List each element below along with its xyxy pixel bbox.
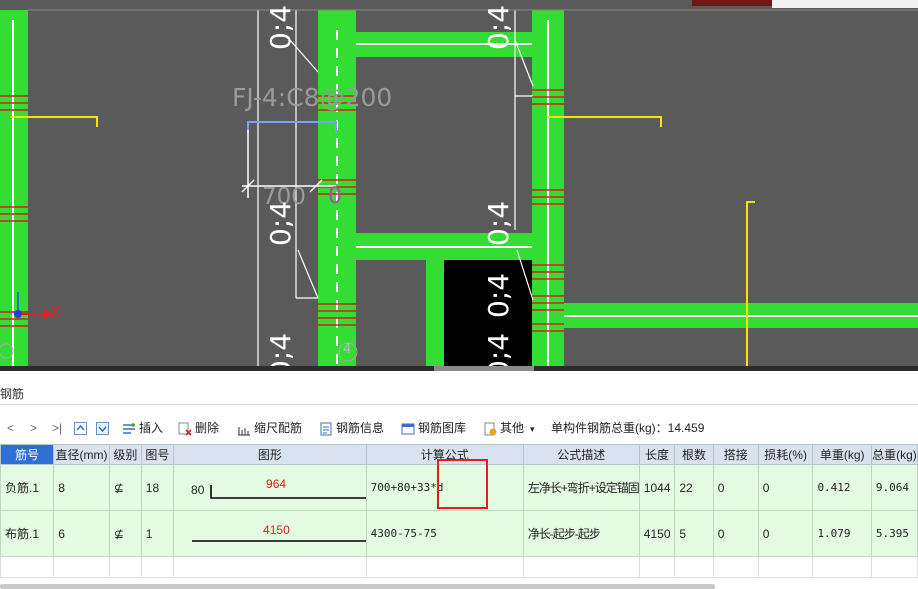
cell-grade[interactable]: ⊈ — [108, 464, 142, 511]
col-header-shape[interactable]: 图形 — [173, 444, 367, 465]
col-header-desc[interactable]: 公式描述 — [522, 444, 640, 465]
empty-cell[interactable] — [365, 556, 524, 578]
shape-graphic: 80 964 — [175, 466, 366, 510]
drawing-svg — [0, 0, 918, 366]
delete-icon — [178, 422, 192, 436]
rebar-info-icon — [320, 422, 332, 436]
section-tag: 0;4 — [264, 200, 297, 246]
col-header-count[interactable]: 根数 — [674, 444, 714, 465]
col-header-length[interactable]: 长度 — [638, 444, 676, 465]
title-bar-fragment — [692, 0, 772, 6]
col-header-grade[interactable]: 级别 — [108, 444, 142, 465]
empty-cell[interactable] — [173, 556, 367, 578]
col-header-name[interactable]: 筋号 — [0, 444, 55, 465]
bent-bar-shape — [210, 485, 366, 499]
col-header-loss[interactable]: 损耗(%) — [757, 444, 814, 465]
cell-loss[interactable]: 0 — [757, 510, 814, 557]
total-weight-value: 14.459 — [667, 421, 705, 435]
empty-cell[interactable] — [757, 556, 814, 578]
col-header-fig-no[interactable]: 图号 — [140, 444, 175, 465]
axis-number-4: 4 — [343, 342, 352, 357]
nav-last-button[interactable]: >| — [52, 417, 62, 439]
section-tag: 0;4 — [264, 4, 297, 50]
empty-cell[interactable] — [638, 556, 676, 578]
cell-lap[interactable]: 0 — [712, 510, 759, 557]
section-tag: 0;4 — [264, 332, 297, 366]
cell-desc[interactable]: 左净长+弯折+设定锚固 — [522, 464, 640, 511]
cell-formula[interactable]: 4300-75-75 — [365, 510, 524, 557]
cell-name[interactable]: 负筋.1 — [0, 464, 55, 511]
rebar-library-icon — [401, 423, 415, 435]
empty-cell[interactable] — [140, 556, 175, 578]
cell-unit-weight[interactable]: 1.079 — [812, 510, 872, 557]
cell-count[interactable]: 22 — [674, 464, 714, 511]
section-tag: 0;4 — [482, 332, 515, 366]
cell-unit-weight[interactable]: 0.412 — [812, 464, 872, 511]
col-header-diameter[interactable]: 直径(mm) — [53, 444, 110, 465]
dropdown-arrow-icon: ▾ — [530, 424, 535, 434]
window-controls-fragment — [772, 0, 918, 8]
total-weight-display: 单构件钢筋总重(kg)：14.459 — [551, 421, 705, 435]
cell-grade[interactable]: ⊈ — [108, 510, 142, 557]
divider — [0, 404, 918, 405]
empty-cell[interactable] — [674, 556, 714, 578]
highlight-annotation-box — [437, 459, 488, 509]
zero-mark: 0 — [328, 184, 342, 209]
empty-cell[interactable] — [522, 556, 640, 578]
scale-rebar-icon — [238, 426, 250, 436]
cell-count[interactable]: 5 — [674, 510, 714, 557]
nav-prev-button[interactable]: < — [7, 417, 14, 439]
cell-shape[interactable]: 80 964 — [173, 464, 367, 511]
col-header-unit-weight[interactable]: 单重(kg) — [812, 444, 872, 465]
empty-cell[interactable] — [0, 556, 55, 578]
cell-fig-no[interactable]: 1 — [140, 510, 175, 557]
cell-total-weight[interactable]: 5.395 — [870, 510, 918, 557]
panel-title: 钢筋 — [0, 387, 25, 401]
cell-fig-no[interactable]: 18 — [140, 464, 175, 511]
cell-shape[interactable]: 4150 — [173, 510, 367, 557]
move-up-icon[interactable] — [74, 417, 90, 439]
rebar-info-button[interactable]: 钢筋信息 — [319, 417, 384, 439]
table-row-empty[interactable] — [0, 556, 918, 578]
col-header-lap[interactable]: 搭接 — [712, 444, 759, 465]
empty-cell[interactable] — [812, 556, 872, 578]
axis-x-label: X — [50, 305, 60, 321]
empty-cell[interactable] — [108, 556, 142, 578]
table-row[interactable]: 布筋.1 6 ⊈ 1 4150 4300-75-75 净长-起步-起步 4150… — [0, 510, 918, 557]
move-down-icon[interactable] — [96, 417, 112, 439]
section-tag: 0;4 — [482, 4, 515, 50]
cell-loss[interactable]: 0 — [757, 464, 814, 511]
empty-cell[interactable] — [712, 556, 759, 578]
cad-drawing-canvas[interactable]: FJ-4:C8@200 700 0 X 4 0;4 0;4 0;4 0;4 0;… — [0, 0, 918, 366]
cell-lap[interactable]: 0 — [712, 464, 759, 511]
cell-length[interactable]: 1044 — [638, 464, 676, 511]
other-icon — [484, 422, 497, 436]
rebar-library-button[interactable]: 钢筋图库 — [401, 417, 466, 439]
cell-desc[interactable]: 净长-起步-起步 — [522, 510, 640, 557]
rebar-toolbar: < > >| 插入 删除 缩尺配筋 钢筋信息 钢筋图库 其他 ▾ 单构件钢筋总重(… — [0, 417, 918, 439]
cell-diameter[interactable]: 6 — [53, 510, 110, 557]
empty-cell[interactable] — [870, 556, 918, 578]
horizontal-scrollbar[interactable] — [0, 584, 715, 589]
cell-diameter[interactable]: 8 — [53, 464, 110, 511]
insert-icon — [123, 422, 135, 434]
empty-cell[interactable] — [53, 556, 110, 578]
rebar-label: FJ-4:C8@200 — [232, 83, 393, 112]
col-header-total-weight[interactable]: 总重(kg) — [870, 444, 918, 465]
cell-name[interactable]: 布筋.1 — [0, 510, 55, 557]
shape-graphic: 4150 — [175, 512, 366, 556]
insert-button[interactable]: 插入 — [122, 417, 163, 439]
scale-rebar-button[interactable]: 缩尺配筋 — [237, 417, 302, 439]
section-tag: 0;4 — [482, 272, 515, 318]
cell-total-weight[interactable]: 9.064 — [870, 464, 918, 511]
other-menu-button[interactable]: 其他 ▾ — [483, 417, 535, 439]
delete-button[interactable]: 删除 — [178, 417, 219, 439]
section-tag: 0;4 — [482, 200, 515, 246]
nav-next-button[interactable]: > — [30, 417, 37, 439]
straight-bar-shape — [192, 540, 366, 542]
cell-length[interactable]: 4150 — [638, 510, 676, 557]
